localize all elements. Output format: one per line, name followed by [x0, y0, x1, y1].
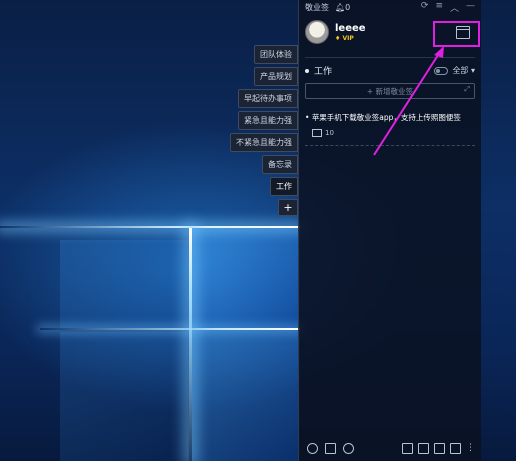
- annotation-arrow: [373, 46, 444, 156]
